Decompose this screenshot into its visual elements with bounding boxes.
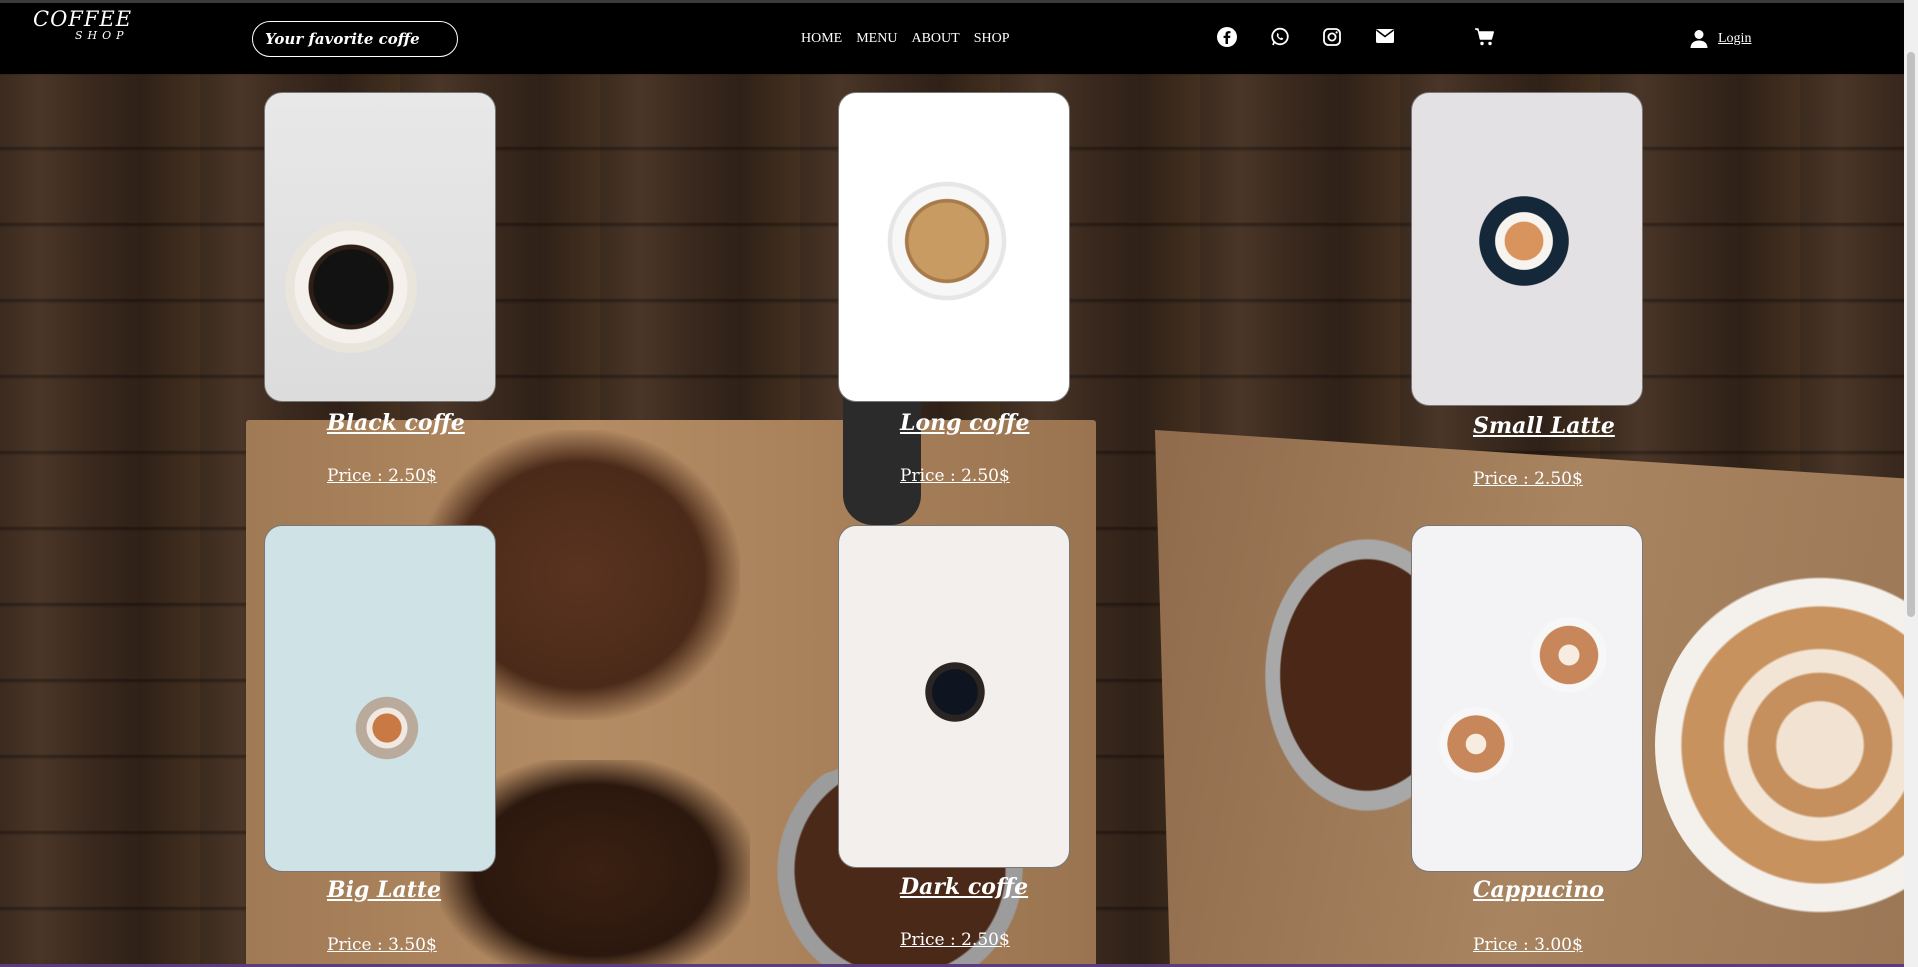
scrollbar-thumb[interactable] bbox=[1907, 52, 1915, 617]
logo[interactable]: COFFEE SHOP bbox=[33, 7, 132, 42]
top-navbar: COFFEE SHOP HOME MENU ABOUT SHOP bbox=[0, 0, 1904, 74]
vertical-scrollbar[interactable] bbox=[1904, 0, 1918, 967]
instagram-icon[interactable] bbox=[1322, 27, 1342, 47]
nav-menu[interactable]: MENU bbox=[856, 31, 897, 47]
whatsapp-icon[interactable] bbox=[1270, 27, 1290, 47]
product-image[interactable] bbox=[1411, 525, 1643, 872]
product-name[interactable]: Cappucino bbox=[1473, 877, 1604, 903]
product-name[interactable]: Long coffe bbox=[900, 410, 1029, 436]
facebook-icon[interactable] bbox=[1217, 27, 1237, 47]
cart-icon[interactable] bbox=[1474, 27, 1496, 47]
product-long-coffe[interactable]: Long coffe Price : 2.50$ bbox=[838, 92, 1070, 486]
product-cappucino[interactable]: Cappucino Price : 3.00$ bbox=[1411, 525, 1643, 955]
nav-shop[interactable]: SHOP bbox=[974, 31, 1010, 47]
login-link[interactable]: Login bbox=[1718, 31, 1751, 47]
logo-subtitle: SHOP bbox=[75, 29, 129, 42]
user-icon[interactable] bbox=[1690, 29, 1708, 49]
product-black-coffe[interactable]: Black coffe Price : 2.50$ bbox=[264, 92, 496, 486]
product-dark-coffe[interactable]: Dark coffe Price : 2.50$ bbox=[838, 525, 1070, 950]
product-price: Price : 3.00$ bbox=[1473, 935, 1583, 955]
product-price: Price : 2.50$ bbox=[327, 466, 437, 486]
product-name[interactable]: Dark coffe bbox=[900, 874, 1028, 900]
product-price: Price : 2.50$ bbox=[1473, 469, 1583, 489]
product-name[interactable]: Big Latte bbox=[327, 877, 441, 903]
product-price: Price : 2.50$ bbox=[900, 466, 1010, 486]
nav-home[interactable]: HOME bbox=[801, 31, 842, 47]
product-name[interactable]: Black coffe bbox=[327, 410, 465, 436]
product-name[interactable]: Small Latte bbox=[1473, 413, 1615, 439]
coffee-shop-page: COFFEE SHOP HOME MENU ABOUT SHOP bbox=[0, 0, 1918, 967]
product-image[interactable] bbox=[264, 92, 496, 402]
mail-icon[interactable] bbox=[1375, 27, 1395, 45]
product-image[interactable] bbox=[838, 92, 1070, 402]
product-image[interactable] bbox=[1411, 92, 1643, 406]
product-price: Price : 3.50$ bbox=[327, 935, 437, 955]
main-nav: HOME MENU ABOUT SHOP bbox=[801, 31, 1010, 47]
product-price: Price : 2.50$ bbox=[900, 930, 1010, 950]
search-input[interactable] bbox=[252, 21, 458, 57]
product-image[interactable] bbox=[838, 525, 1070, 868]
nav-about[interactable]: ABOUT bbox=[911, 31, 959, 47]
product-small-latte[interactable]: Small Latte Price : 2.50$ bbox=[1411, 92, 1643, 489]
login-area: Login bbox=[1690, 29, 1751, 49]
product-image[interactable] bbox=[264, 525, 496, 872]
logo-title: COFFEE bbox=[33, 7, 133, 31]
product-big-latte[interactable]: Big Latte Price : 3.50$ bbox=[264, 525, 496, 955]
